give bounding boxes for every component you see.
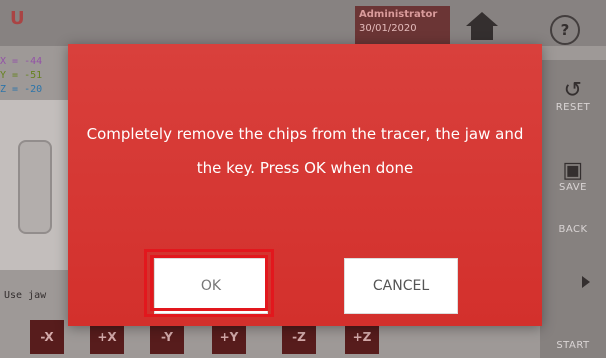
dialog-message: Completely remove the chips from the tra… — [86, 125, 524, 177]
ok-highlight-inner — [150, 255, 268, 311]
machine-screen: U Administrator 30/01/2020 ? X = -44 Y =… — [0, 0, 606, 358]
cancel-button[interactable]: CANCEL — [344, 258, 458, 314]
confirm-dialog: Completely remove the chips from the tra… — [68, 44, 542, 326]
